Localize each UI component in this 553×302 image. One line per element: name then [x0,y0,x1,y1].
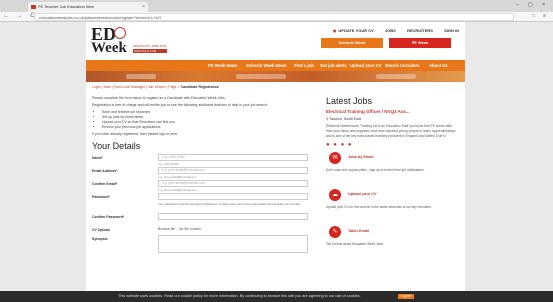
favicon-icon [31,5,36,9]
main-nav: FE Week News Schools Week News Find a jo… [86,60,465,71]
browser-toolbar: ← → C ⌂ educationweekjobs.co.uk/jobseeke… [0,12,553,22]
logo-badge-icon [114,27,126,39]
email-hint: e.g. john.smith@hotmail.com [158,175,197,179]
email-label: Email Address* [92,169,118,173]
cookie-banner: This website uses cookies. Read our cook… [0,291,553,302]
nav-about-us[interactable]: About Us [429,60,448,71]
nav-search-recruiters[interactable]: Search recruiters [385,60,419,71]
confirm-password-label: Confirm Password* [92,215,125,219]
web-page: ED Week SPECIALIST JOBS FOR SCHOOLS & FE… [86,22,465,302]
list-item: Review your previous job applications [102,125,317,130]
cookie-text: This website uses cookies. Read our cook… [118,294,361,298]
header-link-jobs[interactable]: JOBS [385,28,396,33]
cookie-accept-button[interactable]: I agree [398,294,414,299]
feature-title[interactable]: Jobs by Email [348,155,374,159]
synopsis-textarea[interactable] [158,235,308,253]
password-input[interactable] [158,193,308,200]
fe-week-button[interactable]: FE Week [389,38,451,48]
name-hint: e.g. John Smith [158,162,179,166]
feature-title[interactable]: Tailor Email [348,229,369,233]
tab-bar: FE Teacher Job Education Wee × – ▢ × [0,0,553,12]
feature-desc: Don't miss new opportunities - sign up t… [326,168,425,172]
schools-week-button[interactable]: Schools Week [321,38,383,48]
nav-job-alerts[interactable]: Get job alerts [320,60,347,71]
confirm-email-label: Confirm Email* [92,182,118,186]
feature-tell-friend[interactable]: ✎ Tailor Email Tell a friend about Educa… [326,226,458,259]
name-label: Name* [92,156,103,160]
browser-tab[interactable]: FE Teacher Job Education Wee × [28,2,148,12]
header-links: ◉ UPDATE YOUR CV JOBS RECRUITERS SIGN IN [333,28,459,33]
breadcrumb-trail[interactable]: Login | Jobs | Post a Job Manager | Job … [92,85,181,89]
signin-note[interactable]: If you have already registered, then ple… [92,132,317,137]
logo-tagline: SPECIALIST JOBS FOR SCHOOLS & FE [133,44,167,53]
tab-close-icon[interactable]: × [142,2,145,12]
header-link-recruiters[interactable]: RECRUITERS [407,28,433,33]
email-input[interactable]: e.g. john.smith@hotmail.com [158,167,308,174]
form-intro: Please complete the form below to regist… [92,96,317,137]
your-details-heading: Your Details [92,141,141,151]
nav-upload-cv[interactable]: Upload your CV [350,60,381,71]
feature-title[interactable]: Upload your CV [348,192,376,196]
logo-tag: SCHOOLS & FE [133,49,167,53]
job-description: Electrical Maintenance Training Ltd is a… [326,124,456,138]
password-note: Your password must be at least 8 charact… [158,202,301,206]
feature-desc: Tell a friend about Education Week Jobs. [326,242,384,246]
carousel-dots[interactable]: ● ● ● ● [326,142,458,148]
tab-title: FE Teacher Job Education Wee [38,4,95,9]
breadcrumb-current: Candidate Registration [180,85,219,89]
feature-upload-cv[interactable]: ☁ Upload your CV Upload your CV for free… [326,189,458,222]
name-row: Name* e.g. John Smith e.g. John Smith [92,154,317,167]
nav-fe-week-news[interactable]: FE Week News [208,60,237,71]
name-input[interactable]: e.g. John Smith [158,154,308,161]
envelope-icon: ✉ [329,152,341,164]
confirm-email-row: Confirm Email* e.g. john.smith@hotmail.c… [92,180,317,193]
site-logo[interactable]: ED Week SPECIALIST JOBS FOR SCHOOLS & FE [91,25,167,58]
confirm-password-row: Confirm Password* [92,213,317,226]
header-link-cv[interactable]: UPDATE YOUR CV [338,28,373,33]
cv-label: CV Upload [92,228,110,232]
nav-find-job[interactable]: Find a job [294,60,314,71]
registration-form: Please complete the form below to regist… [92,96,317,257]
email-row: Email Address* e.g. john.smith@hotmail.c… [92,167,317,180]
hero-banner [86,71,465,82]
cv-row: CV Upload Browse file... No file chosen [92,226,317,235]
site-header: ED Week SPECIALIST JOBS FOR SCHOOLS & FE… [86,22,465,60]
job-location: ⚲ Taunton, South East [326,117,362,121]
address-bar[interactable]: educationweekjobs.co.uk/jobseekers/accou… [34,13,514,21]
browser-window: FE Teacher Job Education Wee × – ▢ × ← →… [0,0,553,302]
cv-file-input[interactable]: Browse file... No file chosen [158,227,201,231]
cv-icon: ◉ [332,28,337,33]
confirm-email-input[interactable]: e.g. john.smith@hotmail.com [158,180,308,187]
cloud-upload-icon: ☁ [329,189,341,201]
feature-list: Save and retrieve job searches Set up jo… [92,110,317,130]
header-link-signin[interactable]: SIGN IN [444,28,459,33]
feature-jobs-by-email[interactable]: ✉ Jobs by Email Don't miss new opportuni… [326,152,458,185]
pencil-icon: ✎ [329,226,341,238]
window-controls[interactable]: – ▢ × [516,2,549,8]
confirm-password-input[interactable] [158,213,308,220]
password-label: Password* [92,195,110,199]
sidebar: Latest Jobs Electrical Training Officer … [326,96,458,259]
toolbar-menu-icons[interactable]: ☆ ≡ [531,13,549,19]
job-title-link[interactable]: Electrical Training Officer / NVQ3 Ass..… [326,109,458,114]
latest-jobs-heading: Latest Jobs [326,96,373,106]
synopsis-label: Synopsis [92,237,108,241]
synopsis-row: Synopsis [92,235,317,257]
password-row: Password* Your password must be at least… [92,193,317,213]
breadcrumb: Login | Jobs | Post a Job Manager | Job … [92,85,219,89]
feature-desc: Upload your CV for free and be in the ac… [326,205,432,209]
confirm-email-hint: e.g. john.smith@hotmail.com [158,188,197,192]
logo-week: Week [91,40,127,56]
nav-schools-week-news[interactable]: Schools Week News [246,60,286,71]
